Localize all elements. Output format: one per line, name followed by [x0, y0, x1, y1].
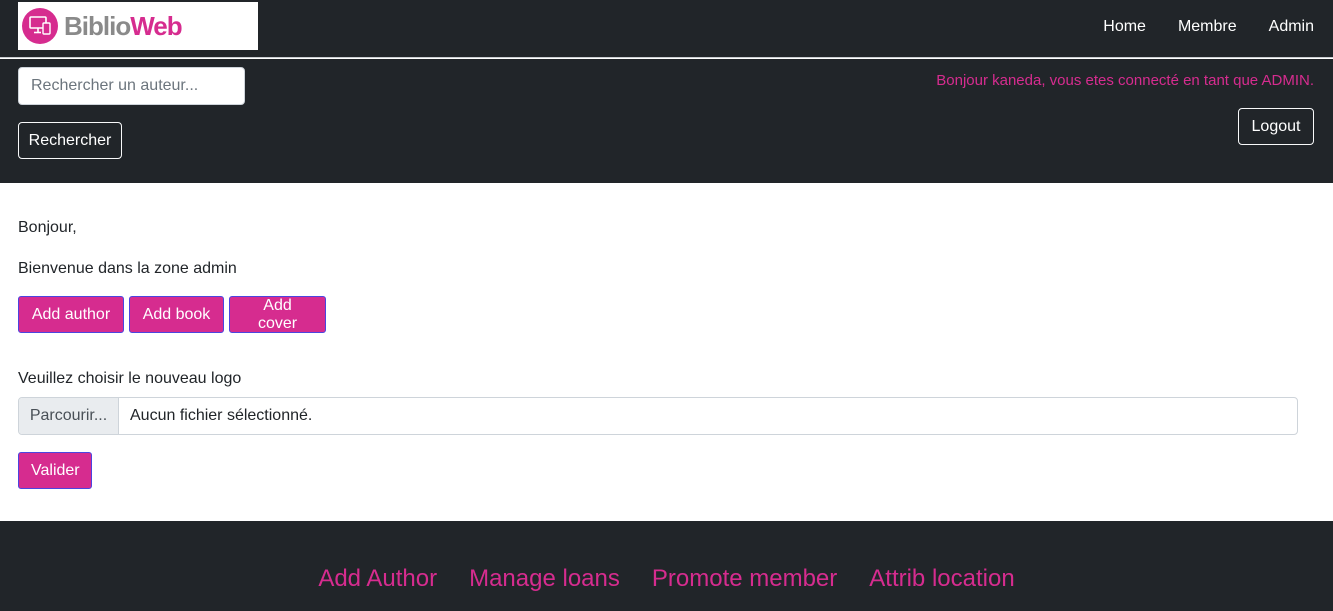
file-status-text: Aucun fichier sélectionné.: [130, 407, 313, 424]
welcome-text: Bienvenue dans la zone admin: [18, 260, 237, 277]
nav-home-link[interactable]: Home: [1103, 18, 1146, 36]
top-navbar: BiblioWeb Home Membre Admin: [0, 0, 1333, 58]
add-cover-button[interactable]: Add cover: [229, 296, 326, 333]
file-browse-button[interactable]: Parcourir...: [19, 398, 119, 434]
user-greeting: Bonjour kaneda, vous etes connecté en ta…: [936, 72, 1314, 89]
footer-links: Add Author Manage loans Promote member A…: [0, 565, 1333, 593]
nav-membre-link[interactable]: Membre: [1178, 18, 1237, 36]
logo-file-input[interactable]: Parcourir... Aucun fichier sélectionné.: [18, 397, 1298, 435]
search-button[interactable]: Rechercher: [18, 122, 122, 159]
footer-promote-member-link[interactable]: Promote member: [652, 565, 837, 593]
footer-attrib-location-link[interactable]: Attrib location: [869, 565, 1014, 593]
add-author-button[interactable]: Add author: [18, 296, 124, 333]
logo[interactable]: BiblioWeb: [18, 2, 258, 50]
add-book-button[interactable]: Add book: [129, 296, 224, 333]
hello-text: Bonjour,: [18, 219, 77, 236]
footer-manage-loans-link[interactable]: Manage loans: [469, 565, 620, 593]
main-nav: Home Membre Admin: [1103, 18, 1314, 36]
logo-text-part2: Web: [130, 10, 182, 41]
logout-button[interactable]: Logout: [1238, 108, 1314, 145]
monitor-device-icon: [22, 8, 58, 44]
search-bar-area: Rechercher Bonjour kaneda, vous etes con…: [0, 59, 1333, 183]
nav-admin-link[interactable]: Admin: [1269, 18, 1314, 36]
logo-text: BiblioWeb: [64, 10, 183, 42]
logo-text-part1: Biblio: [64, 10, 131, 41]
footer-add-author-link[interactable]: Add Author: [318, 565, 437, 593]
footer: Add Author Manage loans Promote member A…: [0, 521, 1333, 611]
author-search-input[interactable]: [18, 67, 245, 105]
submit-button[interactable]: Valider: [18, 452, 92, 489]
logo-prompt-label: Veuillez choisir le nouveau logo: [18, 370, 242, 387]
